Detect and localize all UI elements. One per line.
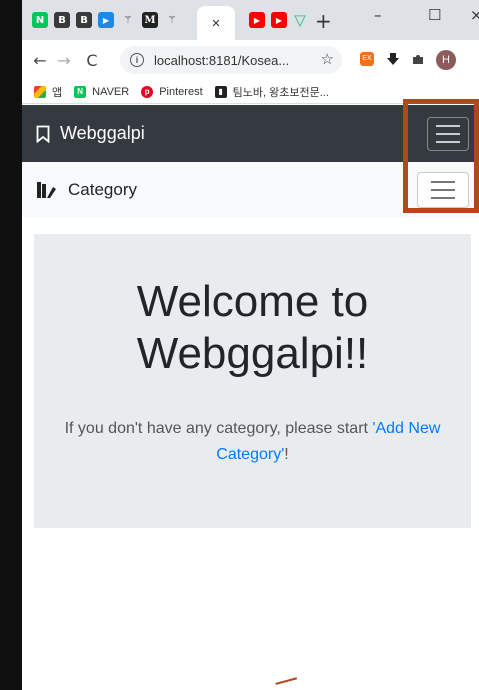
profile-avatar[interactable]: H	[436, 50, 456, 70]
tab-close-icon[interactable]: ×	[212, 15, 221, 32]
hamburger-line	[431, 181, 455, 183]
extensions-puzzle-icon[interactable]	[411, 52, 425, 66]
tab-vue[interactable]: ▽	[292, 11, 308, 29]
forward-icon[interactable]: →	[52, 51, 76, 70]
bookmark-star-icon[interactable]: ☆	[321, 50, 334, 68]
pinterest-icon: p	[141, 85, 154, 98]
bookmark-teamnova[interactable]: ▮ 팀노바, 왕초보전문...	[214, 84, 329, 100]
extension-ex-icon[interactable]: EX	[360, 52, 374, 66]
bookmark-label: 팀노바, 왕초보전문...	[232, 86, 329, 99]
category-label: Category	[68, 179, 137, 199]
download-extension-icon[interactable]	[386, 52, 400, 66]
apps-icon	[34, 85, 46, 98]
welcome-text-prefix: If you don't have any category, please s…	[64, 420, 373, 437]
tab-medium[interactable]: M	[142, 12, 158, 28]
bookmark-label: 앱	[52, 86, 63, 99]
hamburger-line	[436, 141, 460, 143]
close-window-icon[interactable]: ×	[470, 6, 479, 24]
tab-blog-1[interactable]: B	[54, 12, 70, 28]
hamburger-line	[431, 197, 455, 199]
welcome-text-suffix: !	[284, 446, 289, 463]
tab-flag[interactable]: ▶	[98, 12, 114, 28]
hamburger-line	[436, 125, 460, 127]
tab-active[interactable]: ×	[197, 6, 235, 40]
navbar-brand[interactable]: Webggalpi	[36, 123, 145, 144]
bookmark-apps[interactable]: 앱	[34, 84, 62, 100]
url-input[interactable]: i localhost:8181/Kosea... ☆	[120, 46, 342, 74]
hamburger-line	[431, 189, 455, 191]
category-toggler-button[interactable]	[417, 172, 469, 208]
info-icon[interactable]: i	[130, 53, 144, 67]
tab-naver[interactable]: N	[32, 12, 48, 28]
bookmark-naver[interactable]: N NAVER	[74, 85, 130, 98]
navbar-toggler-button[interactable]	[427, 117, 469, 151]
welcome-title: Welcome to Webggalpi!!	[136, 277, 369, 378]
category-brand[interactable]: Category	[36, 180, 137, 200]
address-bar: ← → C i localhost:8181/Kosea... ☆ EX H	[22, 40, 479, 80]
minimize-icon[interactable]: –	[374, 6, 382, 24]
category-icon	[37, 181, 56, 198]
category-navbar: Category	[22, 162, 479, 217]
naver-icon: N	[74, 85, 87, 98]
back-icon[interactable]: ←	[28, 51, 52, 70]
welcome-jumbotron: Welcome to Webggalpi!! If you don't have…	[34, 234, 471, 528]
tab-strip: N B B ▶ ⚚ M ⚚ × ▶ ▶ ▽ + – ☐ ×	[22, 0, 479, 40]
annotation-mark	[275, 677, 299, 690]
bookmarks-bar: 앱 N NAVER p Pinterest ▮ 팀노바, 왕초보전문...	[22, 80, 479, 104]
bookmark-icon	[36, 125, 50, 143]
tab-youtube-2[interactable]: ▶	[271, 12, 287, 28]
welcome-text: If you don't have any category, please s…	[34, 416, 471, 468]
new-tab-icon[interactable]: +	[315, 9, 332, 33]
bookmark-label: Pinterest	[159, 85, 203, 98]
bookmark-label: NAVER	[92, 85, 130, 98]
tab-tistory-2[interactable]: ⚚	[164, 12, 180, 28]
tab-youtube-1[interactable]: ▶	[249, 12, 265, 28]
url-text: localhost:8181/Kosea...	[154, 52, 290, 68]
tab-tistory-1[interactable]: ⚚	[120, 12, 136, 28]
app-navbar: Webggalpi	[22, 105, 479, 162]
bookmark-pinterest[interactable]: p Pinterest	[141, 85, 203, 98]
browser-window: N B B ▶ ⚚ M ⚚ × ▶ ▶ ▽ + – ☐ × ← → C i lo…	[22, 0, 479, 690]
brand-text: Webggalpi	[60, 123, 145, 143]
reload-icon[interactable]: C	[80, 51, 104, 70]
maximize-icon[interactable]: ☐	[428, 6, 441, 24]
hamburger-line	[436, 133, 460, 135]
tab-blog-2[interactable]: B	[76, 12, 92, 28]
teamnova-icon: ▮	[214, 85, 227, 98]
